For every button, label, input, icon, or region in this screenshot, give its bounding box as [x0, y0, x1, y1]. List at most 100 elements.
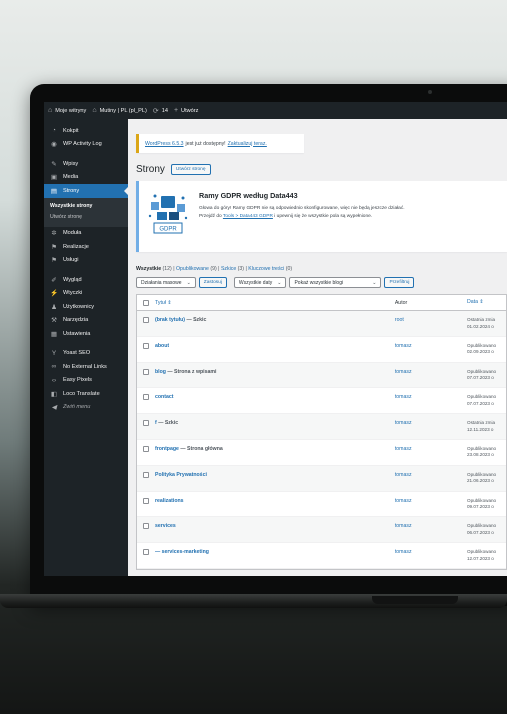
row-author[interactable]: root: [395, 317, 467, 323]
menu-no-external-links[interactable]: ∞ No External Links: [44, 360, 128, 374]
row-date: Opublikowano 09.07.2023 o: [467, 497, 497, 510]
row-date: Opublikowano 07.07.2023 o: [467, 368, 497, 381]
row-checkbox[interactable]: [143, 471, 149, 478]
menu-uslugi[interactable]: ⚑ Usługi: [44, 254, 128, 268]
submenu-all-pages[interactable]: Wszystkie strony: [44, 201, 128, 212]
admin-bar-my-sites[interactable]: ⌂ Moje witryny: [48, 107, 86, 114]
column-date-header[interactable]: Data ⇕: [467, 299, 506, 306]
select-all-checkbox[interactable]: [143, 299, 149, 306]
row-checkbox[interactable]: [143, 317, 149, 323]
bulk-actions-bar: Działania masowe ⌄ Zastosuj Wszystkie dat…: [136, 277, 415, 288]
plus-icon: +: [173, 107, 179, 114]
row-title[interactable]: about: [155, 343, 395, 349]
sites-icon: ⌂: [48, 107, 53, 114]
admin-bar-updates[interactable]: ⟳ 14: [153, 107, 168, 115]
row-author[interactable]: tomasz: [395, 394, 467, 400]
users-icon: ♟: [51, 303, 57, 311]
row-date: Opublikowano 07.07.2023 o: [467, 394, 497, 406]
pages-icon: ▤: [50, 187, 58, 195]
menu-kokpit[interactable]: ◔ Kokpit: [44, 124, 128, 138]
admin-bar-site[interactable]: ⌂ Mutiny | PL (pl_PL): [92, 107, 147, 114]
laptop-hinge-notch: [372, 596, 458, 604]
filter-drafts[interactable]: Szkice: [221, 266, 236, 272]
bulk-action-select[interactable]: Działania masowe ⌄: [136, 277, 196, 288]
gdpr-line-2: Przejdź do Tools > Data443 GDPR i upewni…: [199, 213, 373, 219]
menu-realizacje[interactable]: ⚑ Realizacje: [44, 240, 128, 254]
row-checkbox[interactable]: [143, 368, 149, 375]
admin-bar-new[interactable]: + Utwórz: [174, 107, 199, 114]
row-title[interactable]: services: [155, 523, 395, 529]
row-author[interactable]: tomasz: [395, 369, 467, 375]
apply-button[interactable]: Zastosuj: [198, 277, 227, 288]
row-checkbox[interactable]: [143, 523, 149, 530]
row-checkbox[interactable]: [143, 420, 149, 427]
gdpr-text: Głowa do góry! Ramy GDPR nie są odpowied…: [199, 205, 499, 220]
menu-ustawienia[interactable]: ▦ Ustawienia: [44, 327, 128, 341]
filter-cornerstone[interactable]: Kluczowe treści: [248, 266, 284, 272]
row-author[interactable]: tomasz: [395, 549, 467, 555]
menu-narzedzia[interactable]: ⚒ Narzędzia: [44, 314, 128, 328]
row-date: Opublikowano 21.06.2023 o: [467, 471, 497, 484]
filter-published[interactable]: Opublikowane: [176, 266, 209, 272]
row-checkbox[interactable]: [143, 497, 149, 504]
menu-yoast-seo[interactable]: Y Yoast SEO: [44, 347, 128, 361]
menu-strony[interactable]: ▤ Strony: [44, 184, 128, 198]
menu-wtyczki[interactable]: ⚡ Wtyczki: [44, 287, 128, 301]
settings-icon: ▦: [50, 330, 58, 338]
row-author[interactable]: tomasz: [395, 420, 467, 426]
notice-text: jest już dostępny!: [185, 140, 226, 147]
row-author[interactable]: tomasz: [395, 472, 467, 478]
menu-collapse[interactable]: ◀ Zwiń menu: [44, 401, 128, 415]
gdpr-settings-link[interactable]: Tools > Data443 GDPR: [223, 214, 273, 219]
home-icon: ⌂: [92, 107, 97, 114]
date-filter-select[interactable]: Wszystkie daty ⌄: [233, 277, 287, 288]
page-heading: Strony Utwórz stronę: [136, 164, 211, 175]
menu-easy-pixels[interactable]: ‹› Easy Pixels: [44, 374, 128, 388]
row-checkbox[interactable]: [143, 342, 149, 349]
row-checkbox[interactable]: [143, 394, 149, 401]
row-title[interactable]: Polityka Prywatności: [155, 472, 395, 478]
menu-wpisy[interactable]: ✎ Wpisy: [44, 157, 128, 171]
refresh-icon: ⟳: [152, 107, 159, 115]
row-title[interactable]: realizations: [155, 498, 395, 504]
menu-modula[interactable]: ✲ Moduła: [44, 227, 128, 241]
menu-media[interactable]: ▣ Media: [44, 171, 128, 185]
menu-wyglad[interactable]: ✐ Wygląd: [44, 273, 128, 287]
row-title[interactable]: blog — Strona z wpisami: [155, 369, 395, 375]
row-title[interactable]: contact: [155, 394, 395, 400]
column-title-header[interactable]: Tytuł ⇕: [155, 300, 395, 306]
filter-all[interactable]: Wszystkie: [136, 266, 161, 272]
menu-wp-activity-log[interactable]: ◉ WP Activity Log: [44, 138, 128, 152]
activity-log-icon: ◉: [51, 141, 57, 149]
update-now-link[interactable]: Zaktualizuj teraz.: [228, 141, 267, 147]
sort-icon: ⇕: [479, 299, 484, 306]
row-title[interactable]: — services-marketing: [155, 549, 395, 555]
wordpress-version-link[interactable]: WordPress 6.5.3: [145, 141, 184, 147]
menu-loco-translate[interactable]: ◧ Loco Translate: [44, 387, 128, 401]
row-author[interactable]: tomasz: [395, 523, 467, 529]
filter-button[interactable]: Przefiltruj: [384, 277, 415, 288]
chevron-down-icon: ⌄: [277, 279, 282, 286]
table-row: (brak tytułu) — Szkic root Ostatnia zmia 01…: [137, 311, 506, 337]
row-checkbox[interactable]: [143, 445, 149, 452]
row-checkbox[interactable]: [143, 549, 149, 556]
blog-filter-select[interactable]: Pokaż wszystkie blogi ⌄: [289, 277, 382, 288]
row-title[interactable]: frontpage — Strona główna: [155, 446, 395, 452]
row-author[interactable]: tomasz: [395, 343, 467, 349]
translate-icon: ◧: [50, 390, 58, 398]
table-row: blog — Strona z wpisami tomasz Opublikowan…: [137, 362, 506, 389]
menu-uzytkownicy[interactable]: ♟ Użytkownicy: [44, 300, 128, 314]
table-row: frontpage — Strona główna tomasz Opublikow…: [137, 440, 506, 466]
row-author[interactable]: tomasz: [395, 498, 467, 504]
table-body: (brak tytułu) — Szkic root Ostatnia zmia 01…: [137, 311, 506, 569]
svg-text:GDPR: GDPR: [159, 227, 177, 233]
gdpr-title: Ramy GDPR według Data443: [199, 191, 298, 200]
row-date: Ostatnia zmia 12.11.2023 o: [467, 420, 496, 432]
submenu-add-page[interactable]: Utwórz stronę: [44, 212, 128, 223]
add-new-page-button[interactable]: Utwórz stronę: [170, 164, 211, 175]
row-title[interactable]: (brak tytułu) — Szkic: [155, 317, 395, 323]
row-title[interactable]: f — Szkic: [155, 420, 395, 426]
admin-bar: ⌂ Moje witryny ⌂ Mutiny | PL (pl_PL) ⟳ 14 +…: [44, 102, 507, 119]
dashboard-icon: ◔: [52, 127, 56, 135]
row-author[interactable]: tomasz: [395, 446, 467, 452]
